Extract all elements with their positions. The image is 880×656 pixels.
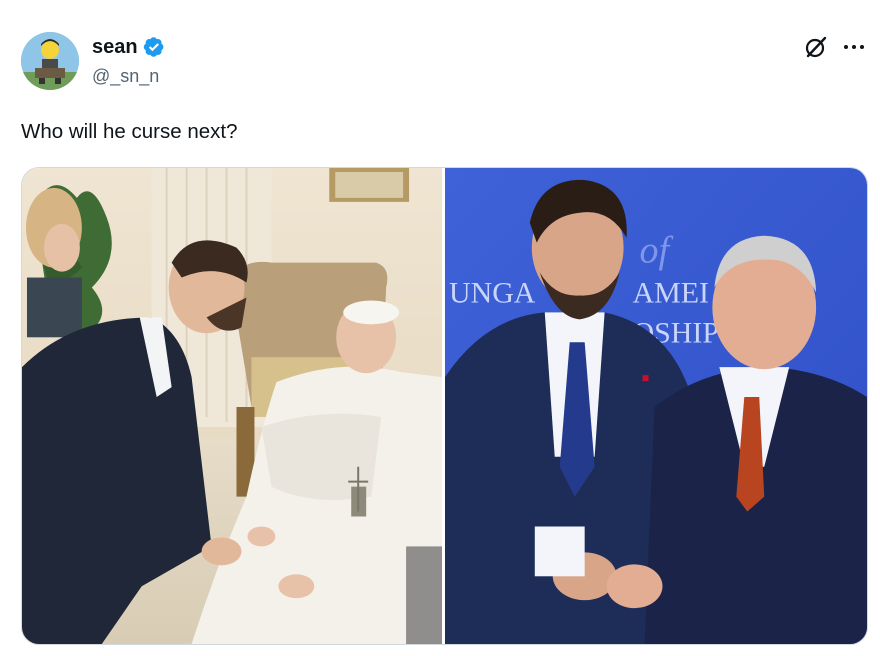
author-handle[interactable]: @_sn_n [92,66,159,87]
author-name-row[interactable]: sean [92,35,165,59]
media-photo-handshake[interactable]: of UNGA AMEI OSHIP [445,168,867,644]
tweet-text: Who will he curse next? [21,120,238,143]
media-photo-vatican-meeting[interactable] [22,168,442,644]
grok-icon[interactable] [803,34,829,60]
backdrop-text-2: AMEI [633,276,709,309]
author-display-name[interactable]: sean [92,35,138,59]
backdrop-text-1: UNGA [449,276,536,309]
more-icon[interactable] [842,38,866,56]
tweet-media-grid: of UNGA AMEI OSHIP [21,167,868,645]
verified-badge-icon [143,37,163,57]
backdrop-script-text: of [640,230,674,272]
author-avatar[interactable] [21,32,79,90]
